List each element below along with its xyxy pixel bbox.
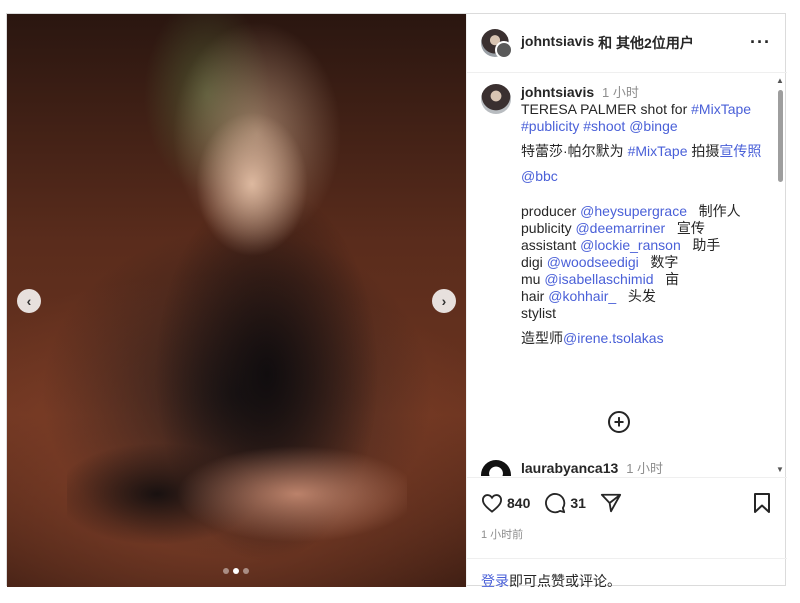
share-icon[interactable]: [600, 492, 622, 514]
credit-line: producer @heysupergrace 制作人: [521, 203, 741, 219]
caption: johntsiavis 1 小时 TERESA PALMER shot for …: [481, 84, 771, 347]
more-options-icon[interactable]: ···: [750, 32, 771, 53]
login-prompt: 登录即可点赞或评论。: [467, 558, 787, 603]
scroll-down-icon[interactable]: ▼: [776, 465, 784, 474]
carousel-dots: [223, 568, 249, 574]
translation-link[interactable]: 宣传照: [719, 143, 761, 159]
mention-link[interactable]: @heysupergrace: [580, 203, 687, 219]
carousel-prev-button[interactable]: ‹: [17, 289, 41, 313]
comment-time: 1 小时: [626, 461, 664, 476]
post-actions: 840 31 1 小时前 登录即可点赞或评论。: [467, 477, 787, 589]
comments-count: 31: [570, 495, 586, 511]
mention-link[interactable]: @irene.tsolakas: [563, 330, 664, 346]
credit-line: stylist: [521, 305, 556, 321]
heart-icon[interactable]: [481, 493, 503, 513]
likes-count: 840: [507, 495, 531, 511]
credit-line: 造型师@irene.tsolakas: [521, 330, 664, 346]
commenter-username[interactable]: laurabyanca13: [521, 460, 618, 476]
post-sidebar: johntsiavis 和 其他2位用户 ··· johntsiavis 1 小…: [466, 14, 787, 589]
caption-time: 1 小时: [602, 85, 639, 100]
hashtag-link[interactable]: #shoot: [583, 118, 625, 134]
chevron-right-icon: ›: [441, 293, 447, 309]
comment-item: laurabyanca13 1 小时 🤩🤩🤩🤩: [481, 460, 771, 476]
caption-username[interactable]: johntsiavis: [521, 84, 594, 100]
caption-body: johntsiavis 1 小时 TERESA PALMER shot for …: [521, 84, 771, 347]
hashtag-link[interactable]: #publicity: [521, 118, 579, 134]
mention-link[interactable]: @binge: [629, 118, 677, 134]
post-photo[interactable]: ‹ ›: [7, 14, 466, 587]
action-row: 840 31: [481, 492, 622, 514]
mention-link[interactable]: @kohhair_: [548, 288, 616, 304]
bookmark-icon[interactable]: [753, 492, 771, 519]
photo-subject-lower: [67, 414, 407, 564]
carousel-dot: [243, 568, 249, 574]
post-timestamp: 1 小时前: [481, 529, 524, 541]
carousel-dot: [223, 568, 229, 574]
credit-line: mu @isabellaschimid 亩: [521, 271, 680, 287]
caption-line-1: TERESA PALMER shot for #MixTape #publici…: [521, 101, 752, 134]
post-dialog: ‹ › johntsiavis 和 其他2位用户 ··· johntsiavis: [6, 13, 787, 589]
author-avatar[interactable]: [481, 29, 513, 59]
carousel-next-button[interactable]: ›: [432, 289, 456, 313]
header-username[interactable]: johntsiavis: [521, 33, 594, 53]
comments-scrollbar[interactable]: ▲ ▼: [775, 76, 785, 474]
credit-line: digi @woodseedigi 数字: [521, 254, 679, 270]
load-more-comments-icon[interactable]: +: [608, 411, 630, 433]
comments-panel: johntsiavis 1 小时 TERESA PALMER shot for …: [467, 74, 787, 476]
scrollbar-thumb[interactable]: [778, 90, 783, 182]
chevron-left-icon: ‹: [26, 293, 32, 309]
carousel-dot-active: [233, 568, 239, 574]
caption-line-2: 特蕾莎·帕尔默为 #MixTape 拍摄宣传照: [521, 143, 762, 159]
mention-link[interactable]: @bbc: [521, 168, 558, 184]
post-header: johntsiavis 和 其他2位用户 ···: [467, 14, 787, 73]
comment-body: laurabyanca13 1 小时 🤩🤩🤩🤩: [521, 460, 663, 476]
hashtag-link[interactable]: #MixTape: [691, 101, 751, 117]
mention-link[interactable]: @woodseedigi: [547, 254, 639, 270]
login-link[interactable]: 登录: [481, 573, 509, 589]
caption-avatar[interactable]: [481, 84, 511, 114]
hashtag-link[interactable]: #MixTape: [628, 143, 688, 159]
mention-link[interactable]: @lockie_ranson: [580, 237, 681, 253]
credit-line: assistant @lockie_ranson 助手: [521, 237, 721, 253]
mention-link[interactable]: @deemarriner: [575, 220, 665, 236]
scroll-up-icon[interactable]: ▲: [776, 76, 784, 85]
commenter-avatar[interactable]: [481, 460, 511, 476]
header-collaborators[interactable]: 和 其他2位用户: [598, 33, 694, 53]
post-header-title: johntsiavis 和 其他2位用户: [521, 33, 694, 53]
mention-link[interactable]: @isabellaschimid: [544, 271, 653, 287]
comment-icon[interactable]: [544, 492, 566, 514]
credit-line: hair @kohhair_ 头发: [521, 288, 656, 304]
credit-line: publicity @deemarriner 宣传: [521, 220, 705, 236]
